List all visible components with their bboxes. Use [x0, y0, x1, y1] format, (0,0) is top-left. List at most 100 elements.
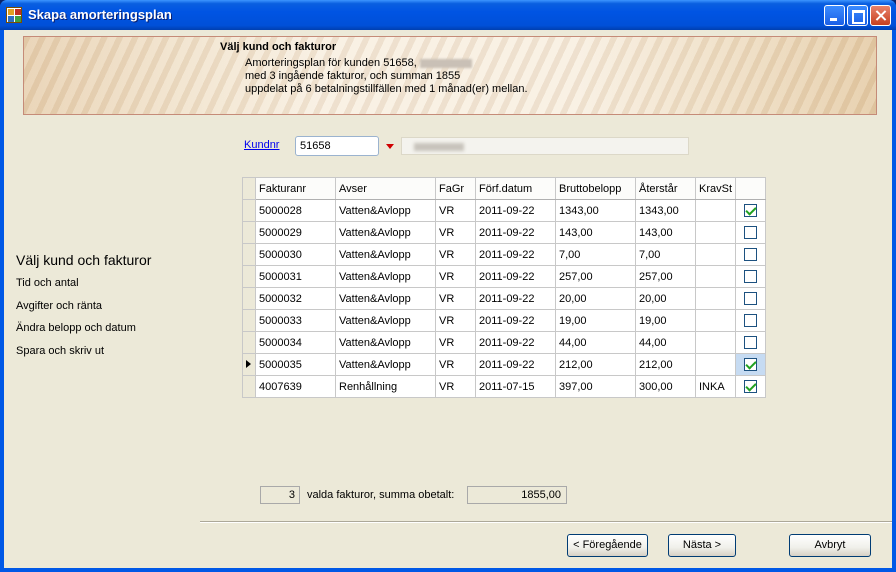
- cell-kravst[interactable]: [694, 243, 737, 266]
- table-row[interactable]: 5000029 Vatten&Avlopp VR 2011-09-22 143,00 14…: [242, 221, 767, 244]
- cell-kravst[interactable]: [694, 353, 737, 376]
- cell-fakturanr[interactable]: 5000028: [255, 199, 336, 222]
- previous-button[interactable]: < Föregående: [567, 534, 648, 557]
- cell-select[interactable]: [735, 221, 767, 244]
- cell-select[interactable]: [735, 243, 767, 266]
- cell-select[interactable]: [735, 199, 767, 222]
- row-header[interactable]: [242, 353, 256, 376]
- cell-fakturanr[interactable]: 5000030: [255, 243, 336, 266]
- cell-fagr[interactable]: VR: [435, 287, 476, 310]
- row-header[interactable]: [242, 243, 256, 266]
- cell-kravst[interactable]: [694, 287, 737, 310]
- cell-fagr[interactable]: VR: [435, 243, 476, 266]
- invoice-grid[interactable]: Fakturanr Avser FaGr Förf.datum Bruttobe…: [242, 177, 767, 398]
- table-row[interactable]: 5000033 Vatten&Avlopp VR 2011-09-22 19,00 19,…: [242, 309, 767, 332]
- column-header[interactable]: Bruttobelopp: [555, 177, 636, 200]
- cell-fakturanr[interactable]: 5000035: [255, 353, 336, 376]
- select-checkbox[interactable]: [744, 358, 758, 371]
- column-header[interactable]: [735, 177, 767, 200]
- column-header[interactable]: Förf.datum: [475, 177, 556, 200]
- table-row[interactable]: 5000030 Vatten&Avlopp VR 2011-09-22 7,00 7,00: [242, 243, 767, 266]
- cell-kravst[interactable]: [694, 265, 737, 288]
- cell-fagr[interactable]: VR: [435, 331, 476, 354]
- cell-forfdatum[interactable]: 2011-09-22: [475, 309, 556, 332]
- cell-kravst[interactable]: [694, 199, 737, 222]
- cell-kravst[interactable]: [694, 331, 737, 354]
- row-header[interactable]: [242, 287, 256, 310]
- cell-aterstar[interactable]: 300,00: [635, 375, 696, 398]
- row-header[interactable]: [242, 265, 256, 288]
- cell-select[interactable]: [735, 353, 767, 376]
- cell-forfdatum[interactable]: 2011-09-22: [475, 199, 556, 222]
- cell-fagr[interactable]: VR: [435, 375, 476, 398]
- cell-kravst[interactable]: [694, 309, 737, 332]
- cancel-button[interactable]: Avbryt: [789, 534, 871, 557]
- column-header[interactable]: Återstår: [635, 177, 696, 200]
- cell-aterstar[interactable]: 20,00: [635, 287, 696, 310]
- cell-forfdatum[interactable]: 2011-09-22: [475, 265, 556, 288]
- cell-bruttobelopp[interactable]: 397,00: [555, 375, 636, 398]
- table-row[interactable]: 5000034 Vatten&Avlopp VR 2011-09-22 44,00 44,…: [242, 331, 767, 354]
- cell-bruttobelopp[interactable]: 257,00: [555, 265, 636, 288]
- row-header[interactable]: [242, 331, 256, 354]
- row-header[interactable]: [242, 375, 256, 398]
- cell-select[interactable]: [735, 331, 767, 354]
- cell-select[interactable]: [735, 375, 767, 398]
- cell-aterstar[interactable]: 7,00: [635, 243, 696, 266]
- cell-bruttobelopp[interactable]: 20,00: [555, 287, 636, 310]
- cell-fagr[interactable]: VR: [435, 199, 476, 222]
- cell-forfdatum[interactable]: 2011-09-22: [475, 353, 556, 376]
- cell-select[interactable]: [735, 287, 767, 310]
- cell-select[interactable]: [735, 265, 767, 288]
- cell-aterstar[interactable]: 19,00: [635, 309, 696, 332]
- row-header[interactable]: [242, 199, 256, 222]
- close-button[interactable]: [870, 5, 891, 26]
- cell-bruttobelopp[interactable]: 1343,00: [555, 199, 636, 222]
- select-checkbox[interactable]: [744, 226, 758, 239]
- cell-aterstar[interactable]: 257,00: [635, 265, 696, 288]
- cell-avser[interactable]: Vatten&Avlopp: [335, 243, 436, 266]
- cell-kravst[interactable]: [694, 221, 737, 244]
- select-checkbox[interactable]: [744, 248, 758, 261]
- select-checkbox[interactable]: [744, 336, 758, 349]
- select-checkbox[interactable]: [744, 314, 758, 327]
- maximize-button[interactable]: [847, 5, 868, 26]
- cell-fakturanr[interactable]: 5000034: [255, 331, 336, 354]
- cell-avser[interactable]: Renhållning: [335, 375, 436, 398]
- cell-forfdatum[interactable]: 2011-07-15: [475, 375, 556, 398]
- cell-select[interactable]: [735, 309, 767, 332]
- cell-fakturanr[interactable]: 5000033: [255, 309, 336, 332]
- cell-aterstar[interactable]: 143,00: [635, 221, 696, 244]
- customer-number-input[interactable]: [295, 136, 379, 156]
- title-bar[interactable]: Skapa amorteringsplan: [0, 0, 896, 30]
- cell-fakturanr[interactable]: 4007639: [255, 375, 336, 398]
- row-header[interactable]: [242, 221, 256, 244]
- cell-kravst[interactable]: INKA: [694, 375, 737, 398]
- cell-fagr[interactable]: VR: [435, 221, 476, 244]
- table-row[interactable]: 4007639 Renhållning VR 2011-07-15 397,00 300,…: [242, 375, 767, 398]
- column-header[interactable]: KravSt: [694, 177, 737, 200]
- cell-bruttobelopp[interactable]: 7,00: [555, 243, 636, 266]
- minimize-button[interactable]: [824, 5, 845, 26]
- next-button[interactable]: Nästa >: [668, 534, 736, 557]
- column-header[interactable]: Fakturanr: [255, 177, 336, 200]
- kundnr-link[interactable]: Kundnr: [244, 139, 279, 151]
- select-checkbox[interactable]: [744, 204, 758, 217]
- cell-fakturanr[interactable]: 5000029: [255, 221, 336, 244]
- table-row[interactable]: 5000032 Vatten&Avlopp VR 2011-09-22 20,00 20,…: [242, 287, 767, 310]
- cell-aterstar[interactable]: 1343,00: [635, 199, 696, 222]
- select-checkbox[interactable]: [744, 292, 758, 305]
- cell-avser[interactable]: Vatten&Avlopp: [335, 287, 436, 310]
- chevron-down-icon[interactable]: [382, 138, 398, 154]
- cell-forfdatum[interactable]: 2011-09-22: [475, 287, 556, 310]
- cell-forfdatum[interactable]: 2011-09-22: [475, 243, 556, 266]
- cell-fakturanr[interactable]: 5000031: [255, 265, 336, 288]
- select-checkbox[interactable]: [744, 270, 758, 283]
- table-row[interactable]: 5000028 Vatten&Avlopp VR 2011-09-22 1343,00 1…: [242, 199, 767, 222]
- cell-bruttobelopp[interactable]: 143,00: [555, 221, 636, 244]
- table-row[interactable]: 5000035 Vatten&Avlopp VR 2011-09-22 212,00 21…: [242, 353, 767, 376]
- cell-aterstar[interactable]: 44,00: [635, 331, 696, 354]
- cell-avser[interactable]: Vatten&Avlopp: [335, 353, 436, 376]
- cell-fagr[interactable]: VR: [435, 265, 476, 288]
- cell-avser[interactable]: Vatten&Avlopp: [335, 265, 436, 288]
